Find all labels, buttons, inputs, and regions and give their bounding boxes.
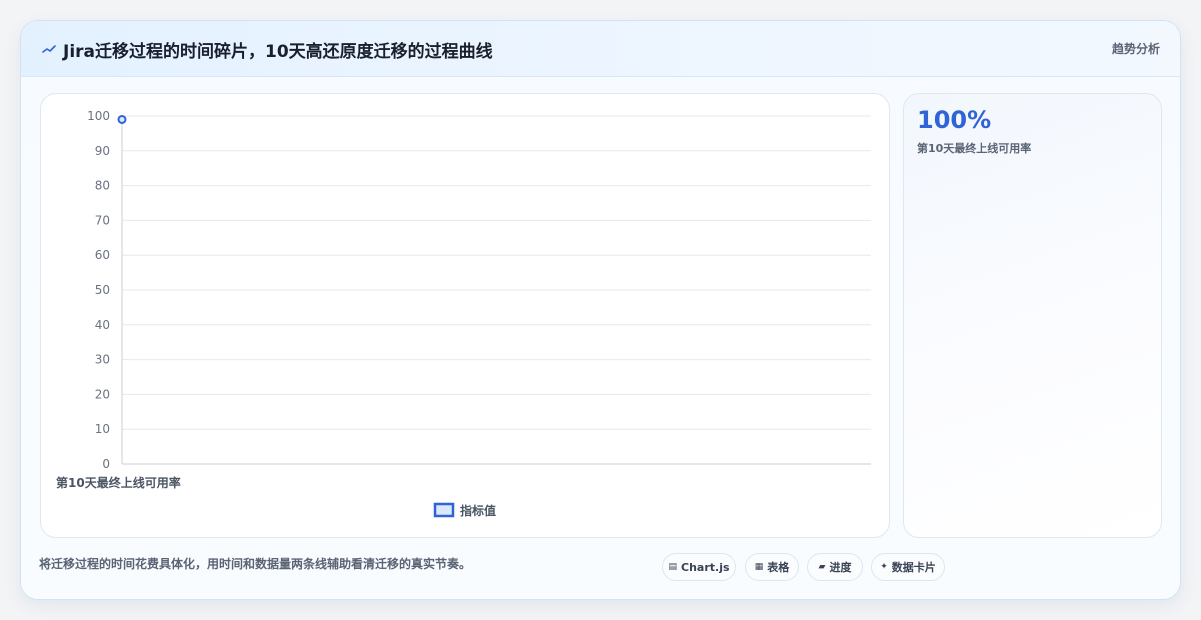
chart-grid — [122, 115, 871, 465]
y-tick-label: 10 — [95, 422, 110, 436]
chart-line-icon — [42, 45, 56, 53]
chip-data-card[interactable]: ✦ 数据卡片 — [871, 553, 945, 581]
x-tick-label: 第10天最终上线可用率 — [56, 475, 181, 490]
page-title: Jira迁移过程的时间碎片，10天高还原度迁移的过程曲线 — [63, 42, 493, 62]
y-tick-label: 0 — [102, 457, 110, 471]
data-point — [117, 114, 127, 124]
chip-chartjs[interactable]: ▤ Chart.js — [662, 553, 736, 581]
chip-label: 进度 — [829, 561, 852, 574]
chip-progress[interactable]: ▰ 进度 — [807, 553, 863, 581]
trend-card: Jira迁移过程的时间碎片，10天高还原度迁移的过程曲线 趋势分析 0 10 20 3… — [20, 20, 1181, 600]
y-tick-label: 50 — [95, 283, 110, 297]
y-tick-label: 40 — [95, 318, 110, 332]
chart-panel: 0 10 20 30 40 50 60 70 80 90 100 第10天最终上线可用率 指标值 — [40, 93, 890, 538]
y-tick-label: 100 — [87, 109, 110, 123]
y-tick-label: 60 — [95, 248, 110, 262]
y-tick-label: 80 — [95, 179, 110, 193]
chart-description: 将迁移过程的时间花费具体化，用时间和数据量两条线辅助看清迁移的真实节奏。 — [39, 557, 472, 571]
table-icon: ▦ — [754, 562, 764, 572]
progress-icon: ▰ — [818, 562, 826, 572]
card-body: 0 10 20 30 40 50 60 70 80 90 100 第10天最终上线可用率 指标值 1… — [21, 77, 1180, 599]
chart-series — [117, 114, 127, 124]
legend-label: 指标值 — [460, 503, 496, 518]
y-tick-label: 20 — [95, 387, 110, 401]
chip-table[interactable]: ▦ 表格 — [745, 553, 799, 581]
category-tag: 趋势分析 — [1111, 42, 1160, 56]
legend-swatch — [433, 502, 455, 518]
chart-icon: ▤ — [668, 562, 677, 572]
line-chart: 0 10 20 30 40 50 60 70 80 90 100 第10天最终上线可用率 指标值 — [56, 109, 871, 518]
y-tick-label: 90 — [95, 144, 110, 158]
sparkle-icon: ✦ — [880, 562, 888, 572]
y-axis: 0 10 20 30 40 50 60 70 80 90 100 — [87, 109, 123, 471]
chip-label: 数据卡片 — [891, 561, 936, 574]
card-header: Jira迁移过程的时间碎片，10天高还原度迁移的过程曲线 趋势分析 — [21, 21, 1180, 77]
chip-label: Chart.js — [681, 560, 730, 574]
kpi-panel: 100% 第10天最终上线可用率 — [903, 93, 1162, 538]
x-axis: 第10天最终上线可用率 — [56, 463, 871, 490]
y-tick-label: 30 — [95, 353, 110, 367]
chart-legend: 指标值 — [433, 502, 496, 518]
kpi-label: 第10天最终上线可用率 — [917, 142, 1032, 155]
kpi-value: 100% — [917, 106, 992, 134]
y-tick-label: 70 — [95, 213, 110, 227]
chip-label: 表格 — [767, 561, 790, 574]
